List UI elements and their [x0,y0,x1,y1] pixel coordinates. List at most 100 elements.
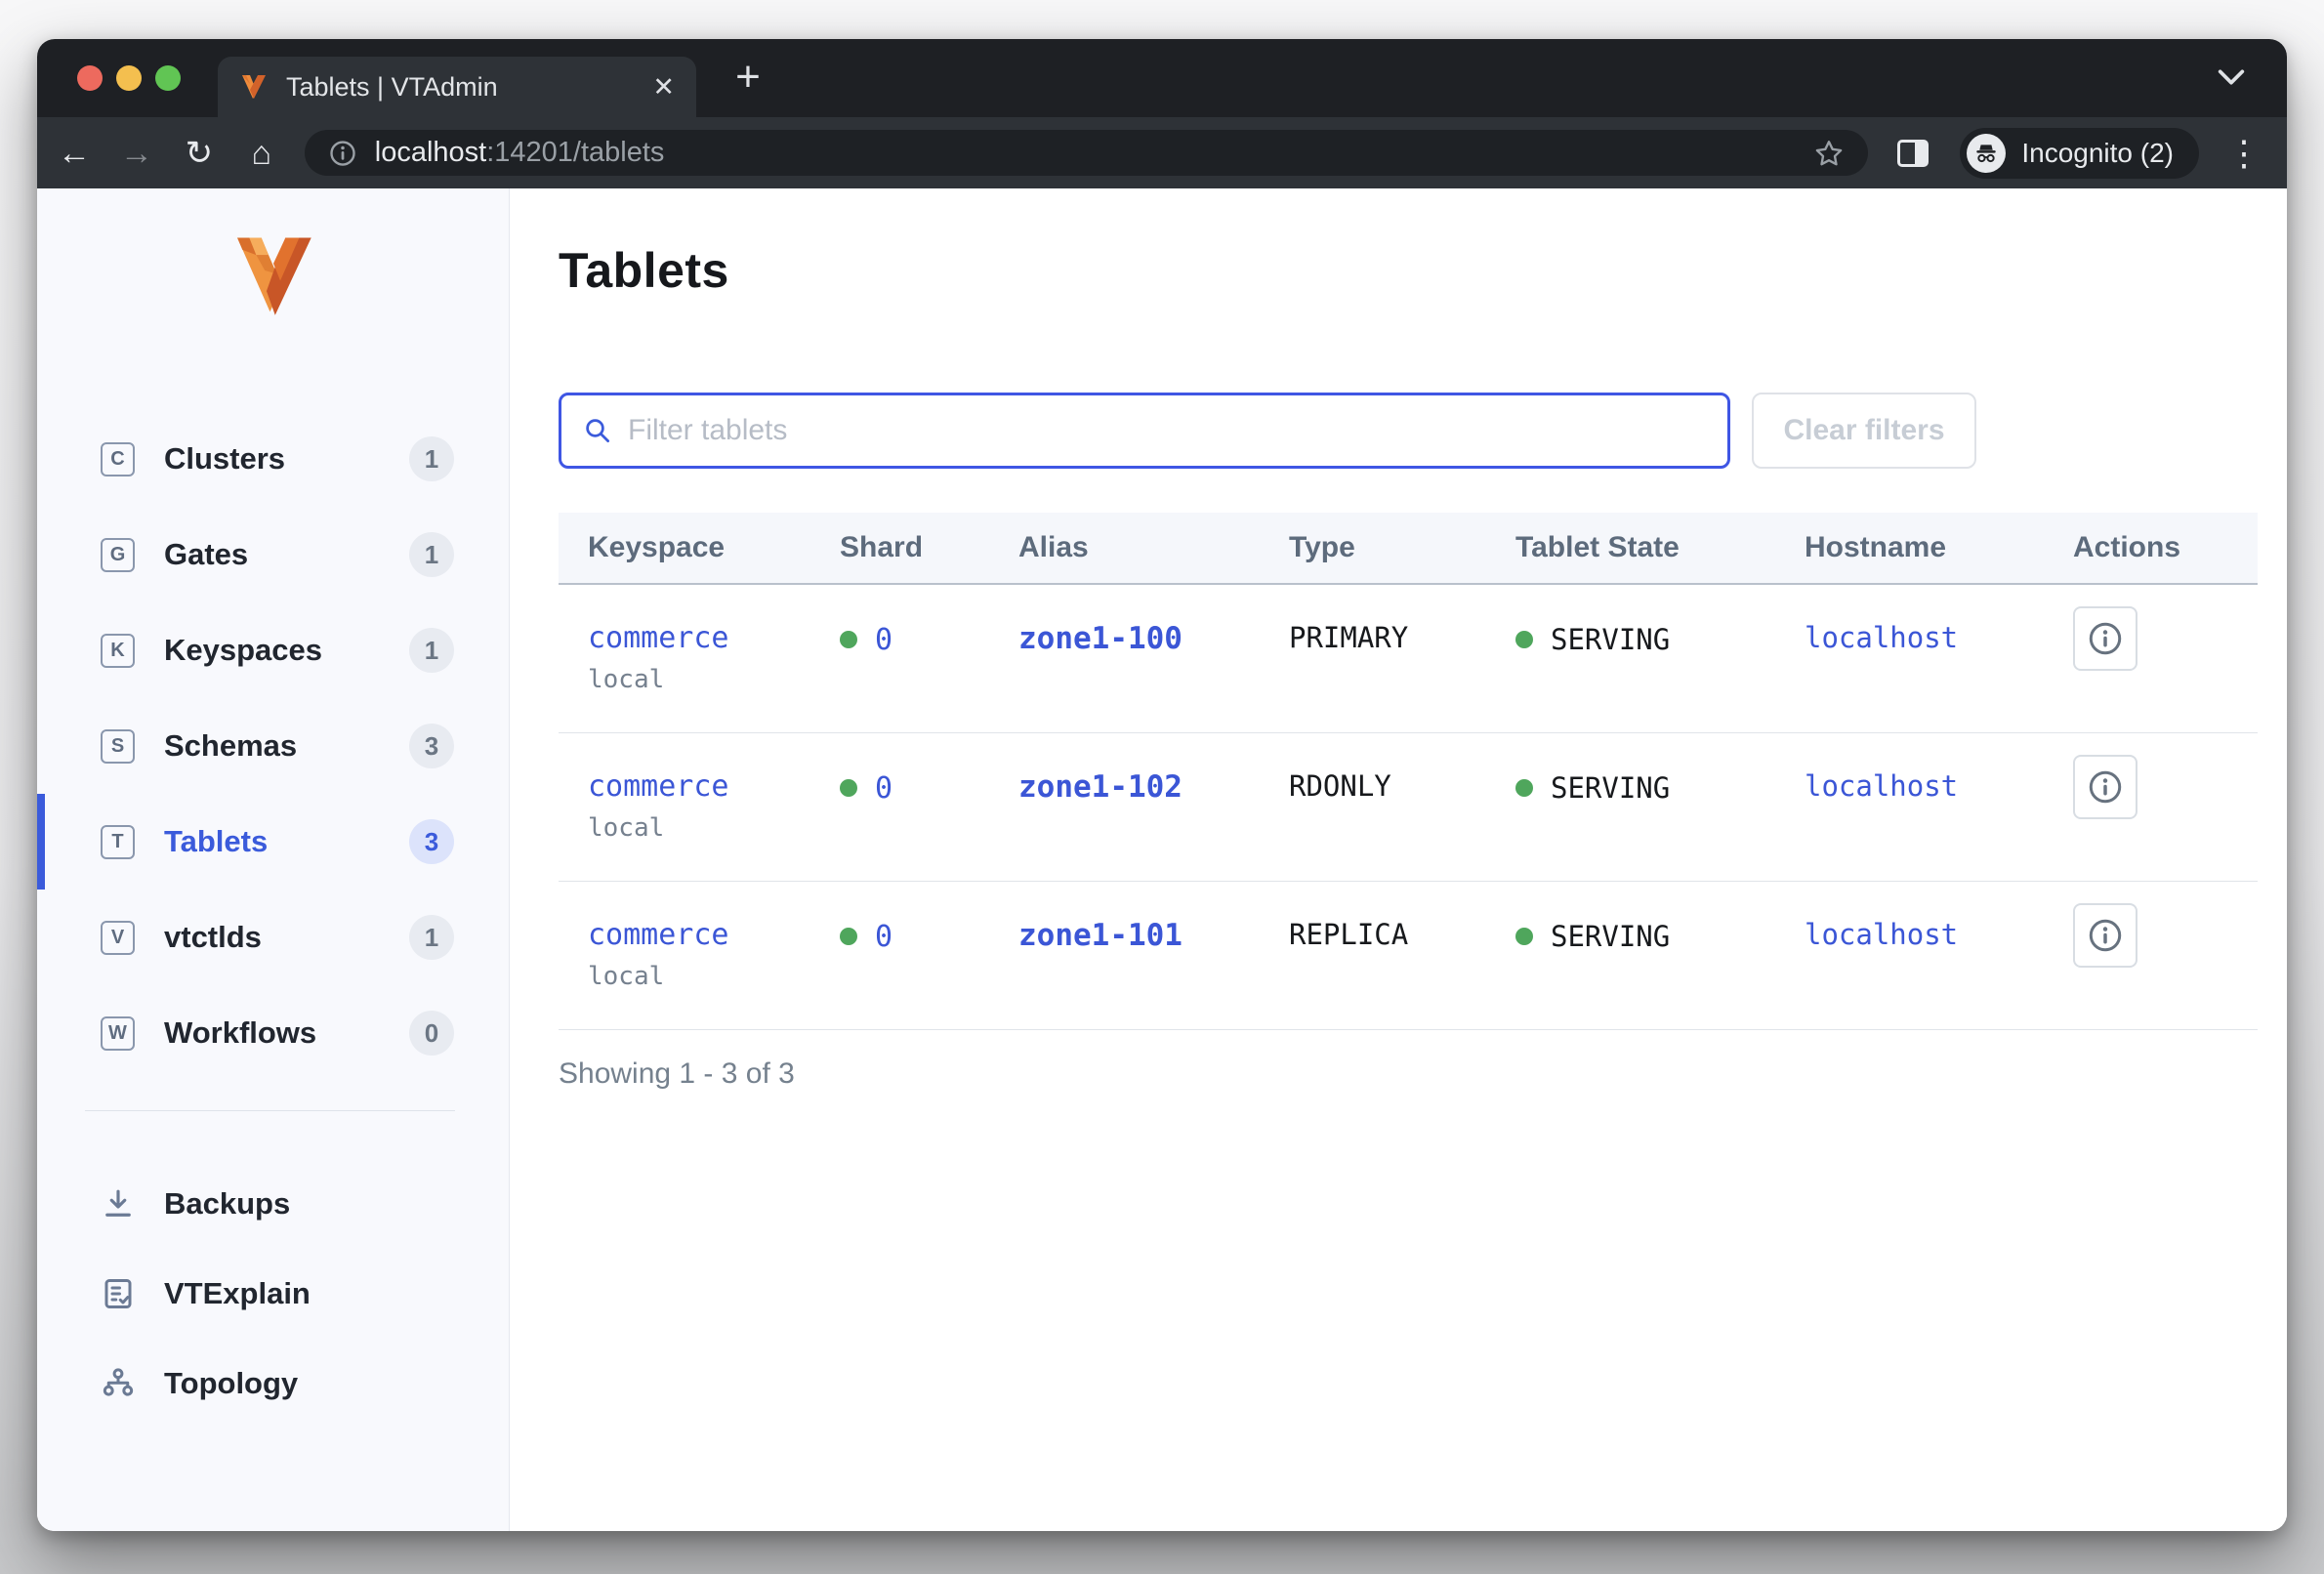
close-window-button[interactable] [77,65,103,91]
tab-search-chevron-icon[interactable] [2215,64,2248,90]
vitess-logo [230,237,316,317]
column-header-actions: Actions [2073,531,2258,564]
sidebar-item-label: vtctlds [164,920,262,955]
window-controls [77,65,181,91]
row-info-button[interactable] [2073,903,2137,968]
page-content: C Clusters 1 G Gates 1 K Keyspaces 1 S S… [37,188,2287,1531]
sidebar-item-backups[interactable]: Backups [37,1159,509,1249]
hostname-link[interactable]: localhost [1805,621,2073,654]
count-badge: 1 [409,915,454,960]
forward-icon[interactable]: → [117,137,156,170]
back-icon[interactable]: ← [55,137,94,170]
sidebar-item-label: VTExplain [164,1276,311,1311]
sidebar-item-topology[interactable]: Topology [37,1339,509,1429]
column-header-hostname: Hostname [1805,531,2073,564]
browser-toolbar: ← → ↻ ⌂ localhost:14201/tablets [37,117,2287,188]
home-icon[interactable]: ⌂ [242,137,281,170]
tablet-state: SERVING [1551,771,1670,805]
column-header-alias: Alias [1018,531,1289,564]
shard-link[interactable]: 0 [875,771,892,806]
column-header-type: Type [1289,531,1515,564]
shard-link[interactable]: 0 [875,920,892,954]
sidebar-item-schemas[interactable]: S Schemas 3 [37,698,509,794]
sidebar-item-keyspaces[interactable]: K Keyspaces 1 [37,602,509,698]
table-row: commerce local 0 zone1-100 PRIMARY SERVI… [559,585,2258,733]
sidebar-item-gates[interactable]: G Gates 1 [37,507,509,602]
count-badge: 0 [409,1011,454,1056]
info-icon [2087,620,2124,657]
pagination-status: Showing 1 - 3 of 3 [559,1057,2258,1091]
filter-tablets-input[interactable] [628,414,1706,447]
new-tab-button[interactable]: + [721,51,775,105]
sidebar-item-label: Topology [164,1366,298,1401]
browser-menu-icon[interactable]: ⋮ [2226,136,2262,171]
tablets-letter-icon: T [101,825,135,859]
shard-link[interactable]: 0 [875,623,892,657]
reload-icon[interactable]: ↻ [180,137,219,170]
table-row: commerce local 0 zone1-101 REPLICA SERVI… [559,882,2258,1030]
sidebar-item-label: Tablets [164,824,268,859]
keyspace-cell: commerce local [588,918,840,991]
site-info-icon[interactable] [328,139,357,168]
topology-icon [98,1366,139,1401]
tablet-state-cell: SERVING [1515,769,1805,807]
workflows-letter-icon: W [101,1016,135,1051]
keyspace-link[interactable]: commerce [588,621,840,655]
sidebar-tools: Backups VTExplain [37,1159,509,1429]
clear-filters-button[interactable]: Clear filters [1752,393,1976,469]
minimize-window-button[interactable] [116,65,142,91]
shard-cell: 0 [840,769,1018,807]
alias-link[interactable]: zone1-100 [1018,621,1289,656]
page-title: Tablets [559,242,729,299]
tablet-type: RDONLY [1289,769,1515,803]
vitess-favicon-icon [239,73,269,101]
hostname-link[interactable]: localhost [1805,769,2073,803]
tablets-table: Keyspace Shard Alias Type Tablet State H… [559,513,2258,1091]
incognito-badge[interactable]: Incognito (2) [1960,128,2199,179]
count-badge: 1 [409,436,454,481]
sidebar-nav: C Clusters 1 G Gates 1 K Keyspaces 1 S S… [37,411,509,1081]
side-panel-icon[interactable] [1897,140,1929,167]
info-icon [2087,917,2124,954]
tab-close-icon[interactable]: ✕ [652,74,675,101]
address-bar[interactable]: localhost:14201/tablets [305,130,1869,176]
table-header-row: Keyspace Shard Alias Type Tablet State H… [559,513,2258,585]
search-icon [583,416,612,445]
vtctlds-letter-icon: V [101,921,135,955]
hostname-link[interactable]: localhost [1805,918,2073,951]
browser-tab[interactable]: Tablets | VTAdmin ✕ [218,57,696,117]
sidebar-item-tablets[interactable]: T Tablets 3 [37,794,509,890]
schemas-letter-icon: S [101,729,135,764]
serving-status-dot [1515,631,1533,648]
incognito-label: Incognito (2) [2021,138,2174,169]
bookmark-star-icon[interactable] [1813,138,1845,169]
alias-link[interactable]: zone1-102 [1018,769,1289,805]
column-header-keyspace: Keyspace [588,531,840,564]
sidebar-item-label: Workflows [164,1015,316,1051]
row-info-button[interactable] [2073,606,2137,671]
tablet-state-cell: SERVING [1515,918,1805,955]
keyspace-link[interactable]: commerce [588,769,840,804]
cluster-label: local [588,962,840,991]
sidebar-item-workflows[interactable]: W Workflows 0 [37,985,509,1081]
filter-tablets-field[interactable] [559,393,1730,469]
shard-status-dot [840,779,857,797]
count-badge: 3 [409,724,454,768]
sidebar: C Clusters 1 G Gates 1 K Keyspaces 1 S S… [37,188,510,1531]
shard-status-dot [840,631,857,648]
column-header-tablet-state: Tablet State [1515,531,1805,564]
serving-status-dot [1515,928,1533,945]
keyspace-link[interactable]: commerce [588,918,840,952]
sidebar-item-vtexplain[interactable]: VTExplain [37,1249,509,1339]
sidebar-item-vtctlds[interactable]: V vtctlds 1 [37,890,509,985]
row-info-button[interactable] [2073,755,2137,819]
serving-status-dot [1515,779,1533,797]
document-check-icon [98,1276,139,1311]
sidebar-item-clusters[interactable]: C Clusters 1 [37,411,509,507]
count-badge: 1 [409,532,454,577]
sidebar-item-label: Backups [164,1186,290,1222]
alias-link[interactable]: zone1-101 [1018,918,1289,953]
sidebar-item-label: Clusters [164,441,285,476]
zoom-window-button[interactable] [155,65,181,91]
tab-strip: Tablets | VTAdmin ✕ + [37,39,2287,117]
